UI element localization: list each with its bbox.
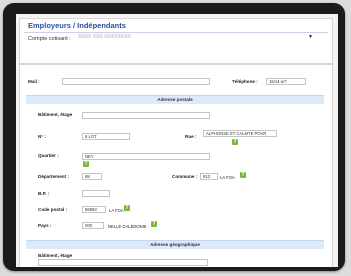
- pays-name: NELLE CALEDONIE: [108, 224, 147, 229]
- quartier-label: Quartier :: [38, 153, 59, 158]
- telephone-label: Téléphone :: [232, 79, 258, 84]
- numero-label: N° :: [38, 134, 46, 139]
- tablet-bezel: Employeurs / Indépendants Compte cotisan…: [3, 3, 345, 271]
- help-icon[interactable]: ?: [232, 139, 238, 145]
- help-icon[interactable]: ?: [151, 221, 157, 227]
- bp-input[interactable]: [82, 190, 110, 197]
- rue-input[interactable]: ALPHONSE ET CALMTE POVR: [203, 130, 277, 137]
- departement-input[interactable]: 98: [82, 173, 102, 180]
- pays-label: Pays :: [38, 223, 52, 228]
- account-label: Compte cotisant :: [28, 36, 71, 42]
- cotisant-form: Mail : Téléphone : 15/14-a/7 Adresse pos…: [19, 64, 333, 267]
- numero-input[interactable]: 6 LOT: [82, 133, 130, 140]
- departement-label: Département :: [38, 174, 69, 179]
- telephone-input[interactable]: 15/14-a/7: [266, 78, 306, 85]
- postal-address-header: Adresse postale: [26, 95, 324, 104]
- geo-batiment-input[interactable]: [38, 259, 208, 266]
- help-icon[interactable]: ?: [124, 205, 130, 211]
- code-postal-label: Code postal :: [38, 207, 68, 212]
- batiment-label: Bâtiment, étage: [38, 112, 73, 117]
- commune-input[interactable]: 913: [200, 173, 218, 180]
- title-divider: [24, 32, 328, 33]
- code-postal-input[interactable]: 98883: [82, 206, 106, 213]
- batiment-input[interactable]: [82, 112, 210, 119]
- bp-label: B.P. :: [38, 191, 50, 196]
- help-icon[interactable]: ?: [240, 172, 246, 178]
- account-select[interactable]: XXXX XXX XXXXXXXX: [78, 34, 306, 42]
- mail-label: Mail :: [28, 79, 40, 84]
- code-postal-city: LA FOA: [109, 208, 124, 213]
- geo-address-header: Adresse géographique: [26, 240, 324, 249]
- mail-input[interactable]: [62, 78, 210, 85]
- quartier-input[interactable]: NEY: [82, 153, 210, 160]
- pays-input[interactable]: 000: [82, 222, 104, 229]
- commune-label: Commune :: [172, 174, 198, 179]
- rue-label: Rue :: [185, 134, 197, 139]
- screen: Employeurs / Indépendants Compte cotisan…: [16, 14, 338, 267]
- geo-batiment-label: Bâtiment, étage: [38, 253, 73, 258]
- commune-name: LA FOA: [220, 175, 235, 180]
- page-title: Employeurs / Indépendants: [28, 21, 126, 30]
- account-panel: Employeurs / Indépendants Compte cotisan…: [19, 18, 333, 64]
- chevron-down-icon[interactable]: ▼: [308, 34, 313, 40]
- help-icon[interactable]: ?: [83, 161, 89, 167]
